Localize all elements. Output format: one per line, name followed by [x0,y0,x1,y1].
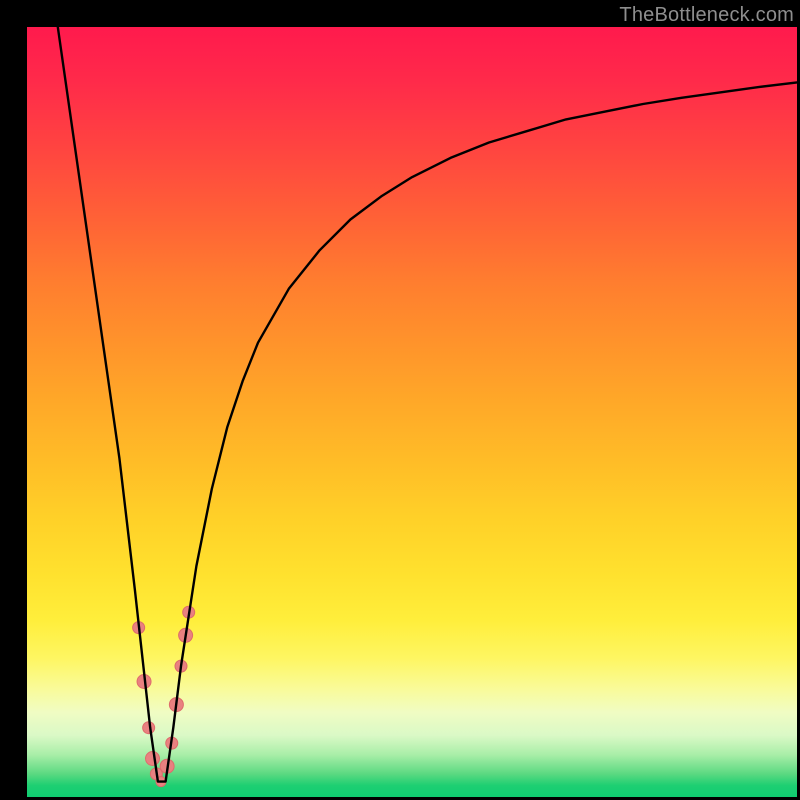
watermark-text: TheBottleneck.com [619,4,794,27]
chart-svg [27,27,797,797]
scatter-point [146,752,160,766]
bottleneck-curve [58,27,797,782]
chart-frame [27,27,797,797]
